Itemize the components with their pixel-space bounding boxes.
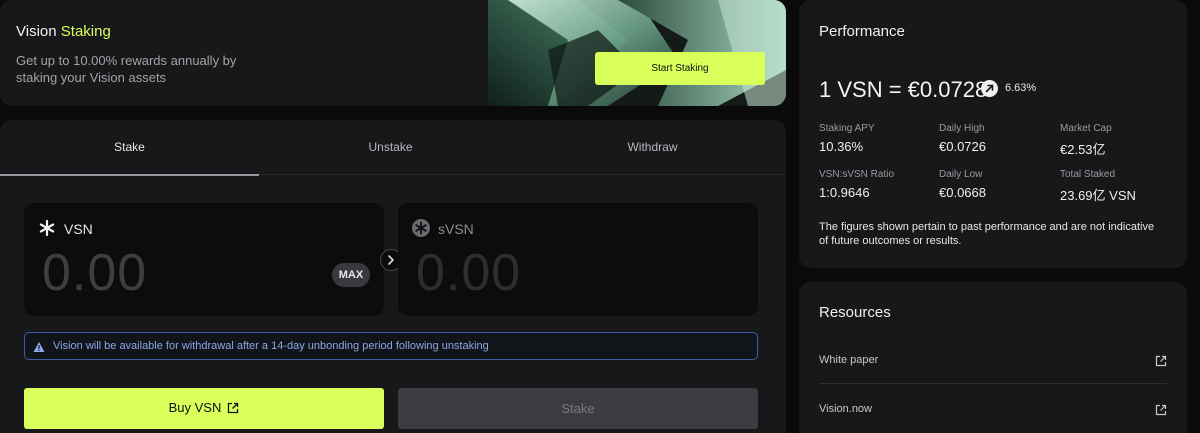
tab-withdraw[interactable]: Withdraw: [523, 120, 782, 175]
hero-title: Vision Staking: [16, 23, 111, 40]
hero-subtitle: Get up to 10.00% rewards annually by sta…: [16, 53, 237, 85]
stat-total-staked: Total Staked 23.69亿 VSN: [1060, 169, 1136, 204]
resource-divider: [819, 383, 1167, 384]
stat-value: €0.0726: [939, 139, 986, 154]
start-staking-button[interactable]: Start Staking: [595, 52, 765, 85]
from-token-symbol: VSN: [64, 221, 93, 237]
resource-label: Vision.now: [819, 403, 872, 415]
hero-title-prefix: Vision: [16, 23, 57, 40]
stat-value: 23.69亿 VSN: [1060, 188, 1136, 203]
from-amount-input[interactable]: 0.00: [42, 243, 147, 303]
arrow-up-right-icon: [981, 80, 998, 97]
external-link-icon: [1155, 403, 1167, 416]
tab-unstake[interactable]: Unstake: [261, 120, 520, 175]
price-display: 1 VSN = €0.0728: [819, 77, 988, 102]
to-token-box: sVSN 0.00: [398, 203, 758, 316]
tab-stake[interactable]: Stake: [0, 120, 259, 176]
tab-bar: Stake Unstake Withdraw: [0, 120, 786, 176]
resource-link-white-paper[interactable]: White paper: [819, 350, 1167, 374]
resources-card: Resources White paper Vision.now: [799, 282, 1187, 433]
stat-daily-high: Daily High €0.0726: [939, 123, 986, 154]
stat-value: €2.53亿: [1060, 142, 1106, 157]
stat-vsn-svsn-ratio: VSN:sVSN Ratio 1:0.9646: [819, 169, 894, 200]
stat-label: Daily Low: [939, 169, 983, 180]
asterisk-circle-icon: [412, 219, 430, 237]
stat-market-cap: Market Cap €2.53亿: [1060, 123, 1112, 158]
unbonding-notice: Vision will be available for withdrawal …: [24, 332, 758, 360]
to-amount-value: 0.00: [416, 244, 522, 302]
warning-icon: [33, 340, 45, 352]
stat-label: Total Staked: [1060, 169, 1116, 180]
external-link-icon: [1155, 354, 1167, 367]
hero-title-accent: Staking: [60, 23, 111, 40]
performance-title: Performance: [819, 23, 905, 40]
stat-label: Daily High: [939, 123, 985, 134]
notice-text: Vision will be available for withdrawal …: [53, 340, 489, 352]
resource-label: White paper: [819, 354, 879, 366]
stat-label: VSN:sVSN Ratio: [819, 169, 895, 180]
price-change: 6.63%: [1005, 82, 1037, 94]
from-token-box[interactable]: VSN 0.00 MAX: [24, 203, 384, 316]
stake-button[interactable]: Stake: [398, 388, 758, 429]
buy-vsn-label: Buy VSN: [168, 400, 222, 415]
hero-banner: Vision Staking Get up to 10.00% rewards …: [0, 0, 786, 106]
resources-title: Resources: [819, 304, 891, 321]
stat-staking-apy: Staking APY 10.36%: [819, 123, 875, 154]
max-button[interactable]: MAX: [332, 263, 370, 287]
to-token-symbol: sVSN: [438, 221, 474, 237]
stat-value: €0.0668: [939, 185, 986, 200]
stat-daily-low: Daily Low €0.0668: [939, 169, 986, 200]
resource-link-vision-now[interactable]: Vision.now: [819, 399, 1167, 423]
stake-panel: Stake Unstake Withdraw VSN 0.00 MAX sVSN…: [0, 120, 786, 433]
stat-label: Market Cap: [1060, 123, 1112, 134]
performance-card: Performance 1 VSN = €0.0728 6.63% Stakin…: [799, 0, 1187, 268]
asterisk-icon: [38, 219, 56, 237]
stat-label: Staking APY: [819, 123, 875, 134]
stat-value: 10.36%: [819, 139, 864, 154]
performance-disclaimer: The figures shown pertain to past perfor…: [819, 221, 1155, 247]
stat-value: 1:0.9646: [819, 185, 870, 200]
external-link-icon: [227, 402, 239, 417]
buy-vsn-button[interactable]: Buy VSN: [24, 388, 384, 429]
